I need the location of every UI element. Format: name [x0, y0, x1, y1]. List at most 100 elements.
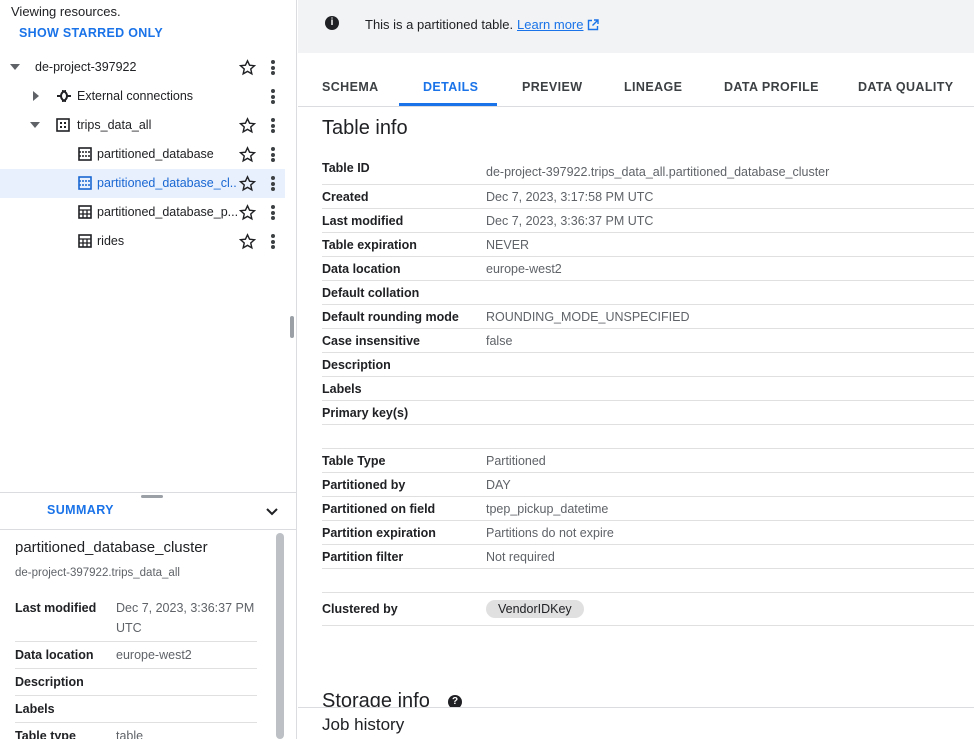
info-value: Partitioned: [486, 453, 546, 468]
tab-schema[interactable]: SCHEMA: [322, 80, 379, 94]
spacer: [322, 425, 974, 449]
viewing-resources-text: Viewing resources.: [11, 4, 121, 19]
info-key: Table Type: [322, 453, 386, 468]
star-icon[interactable]: [239, 59, 256, 76]
more-actions-icon[interactable]: [269, 146, 277, 163]
more-actions-icon[interactable]: [269, 233, 277, 250]
tree-item-table[interactable]: partitioned_database: [0, 140, 285, 169]
show-starred-only-button[interactable]: SHOW STARRED ONLY: [19, 26, 163, 40]
info-row: Default collation: [322, 281, 974, 305]
summary-key: Data location: [15, 648, 94, 662]
star-icon[interactable]: [239, 146, 256, 163]
info-key: Labels: [322, 381, 362, 396]
summary-key: Description: [15, 675, 84, 689]
chevron-down-icon[interactable]: [265, 505, 279, 519]
summary-subtitle: de-project-397922.trips_data_all: [15, 567, 180, 579]
project-label: de-project-397922: [35, 60, 137, 74]
summary-value: [116, 672, 257, 692]
info-value: Dec 7, 2023, 3:17:58 PM UTC: [486, 189, 654, 204]
tree-item-external-connections[interactable]: External connections: [0, 82, 285, 111]
tab-bar: SCHEMA DETAILS PREVIEW LINEAGE DATA PROF…: [298, 53, 974, 107]
info-key: Created: [322, 189, 369, 204]
star-icon[interactable]: [239, 175, 256, 192]
tab-lineage[interactable]: LINEAGE: [624, 80, 682, 94]
info-value: DAY: [486, 477, 511, 492]
tree-item-project[interactable]: de-project-397922: [0, 53, 285, 82]
summary-value: [116, 699, 257, 719]
info-key: Primary key(s): [322, 405, 409, 420]
tab-preview[interactable]: PREVIEW: [522, 80, 582, 94]
more-actions-icon[interactable]: [269, 117, 277, 134]
explorer-panel: Viewing resources. SHOW STARRED ONLY de-…: [0, 0, 297, 739]
star-icon[interactable]: [239, 233, 256, 250]
info-icon: i: [325, 16, 339, 30]
job-history-bar[interactable]: Job history: [298, 707, 974, 739]
partition-banner: i This is a partitioned table. Learn mor…: [298, 0, 974, 53]
summary-tab[interactable]: SUMMARY: [47, 503, 114, 517]
banner-text: This is a partitioned table.: [365, 17, 514, 32]
chevron-down-icon[interactable]: [30, 122, 40, 128]
cluster-field-chip[interactable]: VendorIDKey: [486, 600, 584, 618]
learn-more-link[interactable]: Learn more: [517, 17, 583, 32]
info-value: europe-west2: [486, 261, 562, 276]
spacer: [322, 569, 974, 593]
summary-key: Labels: [15, 702, 55, 716]
info-value: tpep_pickup_datetime: [486, 501, 609, 516]
info-row: Description: [322, 353, 974, 377]
more-actions-icon[interactable]: [269, 59, 277, 76]
table-label: partitioned_database_cl...: [97, 176, 237, 190]
info-key: Default collation: [322, 285, 420, 300]
more-actions-icon[interactable]: [269, 175, 277, 192]
tree-item-dataset[interactable]: trips_data_all: [0, 111, 285, 140]
star-icon[interactable]: [239, 117, 256, 134]
external-link-icon[interactable]: [587, 19, 599, 31]
divider: [0, 529, 297, 530]
summary-key: Table type: [15, 729, 76, 739]
tab-details[interactable]: DETAILS: [423, 80, 478, 94]
table-icon: [78, 205, 92, 219]
star-icon[interactable]: [239, 204, 256, 221]
info-key: Partitioned on field: [322, 501, 436, 516]
chevron-down-icon[interactable]: [10, 64, 20, 70]
info-row: Clustered by VendorIDKey: [322, 593, 974, 626]
dataset-icon: [56, 118, 70, 132]
info-row: Case insensitive false: [322, 329, 974, 353]
job-history-label[interactable]: Job history: [322, 715, 404, 735]
chevron-right-icon[interactable]: [33, 91, 39, 101]
info-row: Table ID de-project-397922.trips_data_all…: [322, 161, 974, 185]
info-row: Partitioned on field tpep_pickup_datetime: [322, 497, 974, 521]
tree-item-table[interactable]: partitioned_database_p...: [0, 198, 285, 227]
more-actions-icon[interactable]: [269, 204, 277, 221]
connection-icon: [57, 90, 71, 102]
summary-table: Last modified Dec 7, 2023, 3:36:37 PM UTC…: [15, 595, 257, 739]
panel-resize-handle[interactable]: [290, 316, 294, 338]
tab-data-profile[interactable]: DATA PROFILE: [724, 80, 819, 94]
info-key: Clustered by: [322, 602, 398, 616]
info-value: Partitions do not expire: [486, 525, 614, 540]
info-row: Labels: [322, 377, 974, 401]
summary-value: europe-west2: [116, 648, 192, 662]
tree-item-table[interactable]: rides: [0, 227, 285, 256]
summary-title: partitioned_database_cluster: [15, 539, 208, 556]
tree-item-table-selected[interactable]: partitioned_database_cl...: [0, 169, 285, 198]
info-row: Created Dec 7, 2023, 3:17:58 PM UTC: [322, 185, 974, 209]
info-key: Partitioned by: [322, 477, 406, 492]
summary-value: Dec 7, 2023, 3:36:37 PM UTC: [116, 601, 255, 635]
info-key: Default rounding mode: [322, 309, 459, 324]
summary-row: Labels: [15, 696, 257, 723]
more-actions-icon[interactable]: [269, 88, 277, 105]
info-key: Table ID: [322, 161, 370, 175]
drag-handle[interactable]: [141, 495, 163, 498]
summary-row: Description: [15, 669, 257, 696]
info-row: Partition filter Not required: [322, 545, 974, 569]
table-info-heading: Table info: [322, 117, 408, 139]
info-key: Case insensitive: [322, 333, 420, 348]
info-key: Partition filter: [322, 549, 404, 564]
tab-data-quality[interactable]: DATA QUALITY: [858, 80, 954, 94]
info-value: false: [486, 333, 513, 348]
info-row: Partitioned by DAY: [322, 473, 974, 497]
info-key: Description: [322, 357, 391, 372]
scrollbar[interactable]: [276, 533, 284, 739]
table-info-table: Table ID de-project-397922.trips_data_all…: [322, 161, 974, 626]
details-panel: i This is a partitioned table. Learn mor…: [298, 0, 974, 739]
